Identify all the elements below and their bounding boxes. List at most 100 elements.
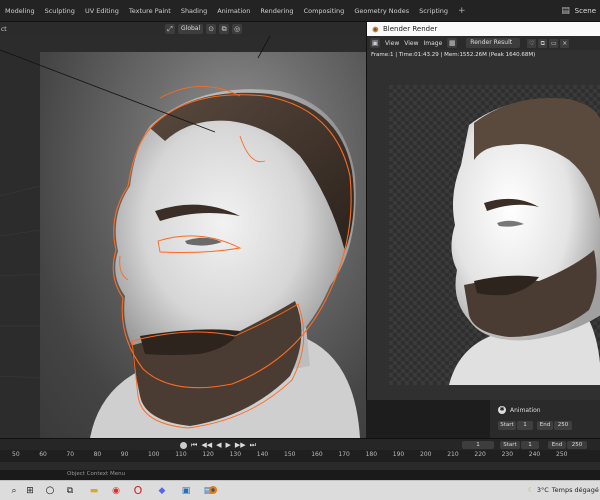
scene-label: Scene (574, 7, 596, 15)
tab-modeling[interactable]: Modeling (0, 0, 40, 22)
head-model (0, 36, 360, 438)
discord-icon[interactable]: ◆ (156, 485, 168, 497)
tab-animation[interactable]: Animation (212, 0, 255, 22)
blender-desktop: Modeling Sculpting UV Editing Texture Pa… (0, 0, 600, 500)
ruler-tick-label: 150 (284, 451, 296, 458)
opera-icon[interactable]: O (132, 485, 144, 497)
workspace-tab-bar: Modeling Sculpting UV Editing Texture Pa… (0, 0, 600, 22)
timeline-end-field[interactable]: 250 (567, 441, 587, 449)
ruler-tick-label: 60 (39, 451, 47, 458)
menu-image[interactable]: Image (424, 40, 443, 47)
ruler-tick-label: 160 (311, 451, 323, 458)
viewport-mode-label[interactable]: ct (0, 26, 7, 33)
search-icon[interactable]: ⌕ (8, 485, 20, 497)
folder-icon[interactable]: ▭ (549, 38, 559, 48)
ruler-tick-label: 170 (338, 451, 350, 458)
tab-rendering[interactable]: Rendering (255, 0, 298, 22)
start-field[interactable]: 1 (517, 421, 533, 430)
editor-type-icon[interactable]: ▣ (370, 38, 380, 48)
playback-controls: ⏮ ◀◀ ◀ ▶ ▶▶ ⏭ (180, 441, 256, 449)
render-result-field[interactable]: Render Result (466, 38, 521, 48)
task-view-icon[interactable]: ⧉ (64, 485, 76, 497)
timeline-start-label: Start (500, 441, 520, 449)
render-window-titlebar: Blender Render (367, 22, 600, 36)
record-icon[interactable] (180, 441, 187, 449)
jump-end-icon[interactable]: ⏭ (250, 441, 256, 449)
image-actions: ♡ ⧉ ▭ × (527, 38, 570, 48)
animation-label: Animation (510, 406, 541, 414)
animation-icon[interactable]: ✱ (498, 406, 506, 414)
cortana-icon[interactable]: ○ (44, 485, 56, 497)
windows-icon[interactable]: ⊞ (24, 485, 36, 497)
weather-widget[interactable]: ☾ 3°C Temps dégagé (528, 486, 599, 494)
ruler-tick-label: 130 (229, 451, 242, 458)
next-keyframe-icon[interactable]: ▶▶ (235, 441, 246, 449)
pivot-icon[interactable]: ⊙ (206, 24, 217, 34)
ruler-tick-label: 50 (12, 451, 20, 458)
timeline-area[interactable] (0, 462, 600, 470)
chrome-icon[interactable]: ◉ (110, 485, 122, 497)
jump-start-icon[interactable]: ⏮ (191, 441, 197, 449)
orientation-dropdown[interactable]: Global (178, 24, 204, 34)
windows-taskbar: ⌕ ⊞ ○ ⧉ ▬ ◉ O ◆ ▣ ▤ ☾ 3°C Temps dégagé (0, 480, 600, 500)
tab-shading[interactable]: Shading (176, 0, 212, 22)
photos-icon[interactable]: ▣ (180, 485, 192, 497)
snap-icon[interactable]: ⧉ (219, 24, 230, 34)
tab-uv-editing[interactable]: UV Editing (80, 0, 124, 22)
viewport-header: ct ⤢ Global ⊙ ⧉ ◎ (0, 22, 366, 36)
status-hint: Object Context Menu (67, 471, 126, 477)
blender-icon[interactable] (206, 484, 218, 496)
prev-keyframe-icon[interactable]: ◀◀ (201, 441, 212, 449)
ruler-tick-label: 220 (474, 451, 486, 458)
render-window-title: Blender Render (383, 25, 438, 33)
scene-icon: ▤ (561, 6, 570, 16)
image-editor-header: ▣ View View Image ▦ Render Result ♡ ⧉ ▭ … (367, 36, 600, 50)
render-info: Frame:1 | Time:01:43.29 | Mem:1552.26M (… (371, 52, 536, 58)
blender-logo-icon (372, 26, 379, 32)
ruler-tick-label: 110 (175, 451, 187, 458)
ruler-tick-label: 70 (66, 451, 75, 458)
copy-icon[interactable]: ⧉ (538, 38, 548, 48)
render-result-canvas[interactable] (389, 85, 600, 385)
ruler-tick-label: 180 (365, 451, 378, 458)
fake-user-icon[interactable]: ♡ (527, 38, 537, 48)
ruler-tick-label: 250 (556, 451, 568, 458)
close-icon[interactable]: × (560, 38, 570, 48)
render-window: Blender Render ▣ View View Image ▦ Rende… (366, 22, 600, 400)
file-explorer-icon[interactable]: ▬ (88, 485, 100, 497)
ruler-tick-label: 240 (528, 451, 541, 458)
ruler-tick-label: 80 (93, 451, 102, 458)
image-browse-icon[interactable]: ▦ (447, 38, 458, 48)
transform-tools: ⤢ Global ⊙ ⧉ ◎ (165, 24, 243, 34)
timeline-end-label: End (548, 441, 566, 449)
end-label: End (537, 421, 553, 430)
tab-compositing[interactable]: Compositing (299, 0, 350, 22)
ruler-tick-label: 210 (447, 451, 459, 458)
weather-temp: 3°C (536, 486, 549, 494)
menu-view[interactable]: View (404, 40, 418, 47)
timeline-start-field[interactable]: 1 (521, 441, 539, 449)
output-properties-panel: ✱ Animation Start 1 End 250 (490, 400, 600, 438)
ruler-tick-label: 100 (148, 451, 160, 458)
weather-desc: Temps dégagé (551, 486, 599, 494)
animation-row: ✱ Animation (498, 406, 541, 414)
status-bar: Object Context Menu (0, 470, 600, 480)
3d-viewport[interactable] (0, 36, 366, 438)
timeline-header: ⏮ ◀◀ ◀ ▶ ▶▶ ⏭ 1 Start 1 End 250 (0, 438, 600, 450)
current-frame-field[interactable]: 1 (462, 441, 494, 449)
play-icon[interactable]: ▶ (225, 441, 230, 449)
orientation-icon[interactable]: ⤢ (165, 24, 175, 34)
tab-scripting[interactable]: Scripting (414, 0, 453, 22)
ruler-tick-label: 120 (202, 451, 214, 458)
add-workspace-button[interactable]: + (453, 0, 471, 22)
menu-view-mode[interactable]: View (385, 40, 399, 47)
timeline-ruler[interactable]: 50 60 70 80 90 100 110 120 130 140 150 160 170 180 190… (0, 450, 600, 462)
end-field[interactable]: 250 (554, 421, 572, 430)
play-reverse-icon[interactable]: ◀ (216, 441, 221, 449)
tab-sculpting[interactable]: Sculpting (40, 0, 80, 22)
tab-geometry-nodes[interactable]: Geometry Nodes (349, 0, 414, 22)
scene-selector[interactable]: ▤ Scene (561, 0, 600, 22)
tab-texture-paint[interactable]: Texture Paint (124, 0, 176, 22)
ruler-tick-label: 140 (256, 451, 269, 458)
proportional-edit-icon[interactable]: ◎ (232, 24, 243, 34)
